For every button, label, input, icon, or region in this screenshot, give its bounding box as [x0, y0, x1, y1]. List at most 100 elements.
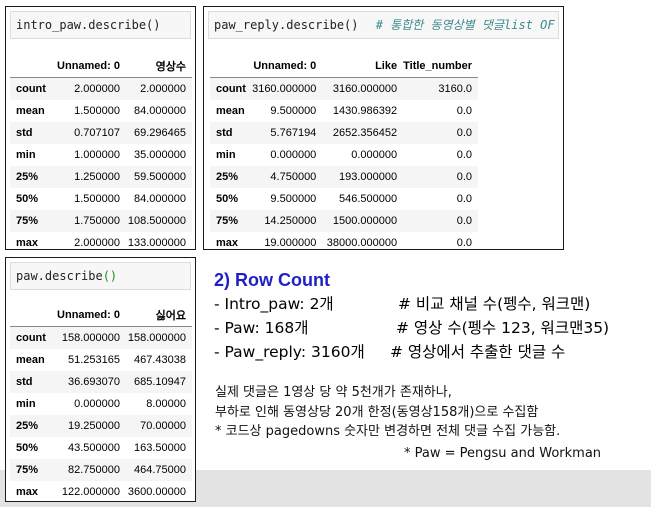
table-row: mean 1.500000 84.000000	[10, 100, 192, 122]
note-line: 실제 댓글은 1영상 당 약 5천개가 존재하나,	[215, 385, 452, 400]
row-label: 25%	[16, 420, 39, 432]
table-cell: 122.000000	[61, 486, 120, 498]
table-cell: 35.000000	[134, 149, 186, 161]
code-text: paw.describe	[16, 269, 103, 283]
table-row: max 19.000000 38000.000000 0.0	[210, 232, 478, 249]
table-row: count 3160.000000 3160.000000 3160.0	[210, 77, 478, 100]
table-row: 75% 82.750000 464.75000	[10, 459, 192, 481]
column-header: Unnamed: 0	[249, 55, 323, 78]
bullet-paw-reply: - Paw_reply: 3160개 # 영상에서 추출한 댓글 수	[214, 340, 644, 364]
table-cell: 3600.00000	[127, 486, 186, 498]
row-label: max	[16, 486, 39, 498]
table-cell: 1500.000000	[332, 215, 398, 227]
code-paren: ()	[146, 18, 161, 32]
table-cell: 82.750000	[68, 464, 120, 476]
row-label: min	[216, 149, 236, 161]
table-cell: 5.767194	[270, 127, 317, 139]
table-cell: 43.500000	[68, 442, 120, 454]
table-cell: 3160.0	[438, 83, 472, 95]
table-cell: 108.500000	[127, 215, 186, 227]
column-header	[10, 55, 54, 78]
note-line: 부하로 인해 동영상당 20개 한정(동영상158개)으로 수집함	[215, 405, 539, 420]
code-comment: # 통합한 동영상별 댓글list OF 확인	[375, 18, 558, 32]
row-label: count	[16, 332, 46, 344]
table-cell: 59.500000	[134, 171, 186, 183]
table-cell: 69.296465	[134, 127, 186, 139]
table-cell: 0.707107	[74, 127, 120, 139]
row-label: count	[16, 83, 46, 95]
row-label: count	[216, 83, 246, 95]
table-cell: 2652.356452	[332, 127, 398, 139]
table-row: 75% 14.250000 1500.000000 0.0	[210, 210, 478, 232]
table-row: 50% 9.500000 546.500000 0.0	[210, 188, 478, 210]
table-cell: 19.000000	[264, 237, 317, 249]
table-cell: 9.500000	[270, 193, 317, 205]
table-header-row: Unnamed: 0 싫어요	[10, 304, 192, 327]
table-cell: 84.000000	[134, 193, 186, 205]
section-title: 2) Row Count	[214, 270, 330, 290]
column-header: Like	[322, 55, 404, 78]
table-cell: 133.000000	[127, 237, 186, 249]
row-label: std	[16, 127, 33, 139]
table-cell: 36.693070	[68, 376, 120, 388]
row-label: 25%	[16, 171, 39, 183]
row-label: std	[216, 127, 233, 139]
row-label: 75%	[216, 215, 239, 227]
row-label: min	[16, 398, 36, 410]
column-header: 영상수	[126, 55, 192, 78]
table-cell: 0.0	[456, 215, 472, 227]
table-cell: 464.75000	[134, 464, 186, 476]
table-cell: 546.500000	[338, 193, 398, 205]
bullet-note: # 영상 수(펭수 123, 워크맨35)	[396, 319, 610, 337]
table-cell: 0.0	[456, 127, 472, 139]
intro-paw-describe-panel: intro_paw.describe() Unnamed: 0 영상수 coun…	[5, 6, 196, 250]
table-cell: 70.00000	[140, 420, 186, 432]
table-cell: 19.250000	[68, 420, 120, 432]
table-row: max 122.000000 3600.00000	[10, 481, 192, 501]
table-row: mean 9.500000 1430.986392 0.0	[210, 100, 478, 122]
column-header: Title_number	[403, 55, 478, 78]
row-label: mean	[16, 354, 45, 366]
table-cell: 158.000000	[61, 332, 120, 344]
code-cell[interactable]: intro_paw.describe()	[10, 11, 191, 39]
table-cell: 8.00000	[146, 398, 186, 410]
row-label: 75%	[16, 215, 39, 227]
note-line: * 코드상 pagedowns 숫자만 변경하면 전체 댓글 수집 가능함.	[215, 424, 561, 439]
row-label: 25%	[216, 171, 239, 183]
describe-table: Unnamed: 0 영상수 count 2.000000 2.000000 mea…	[10, 55, 192, 249]
table-cell: 467.43038	[134, 354, 186, 366]
table-header-row: Unnamed: 0 Like Title_number	[210, 55, 478, 78]
describe-table: Unnamed: 0 싫어요 count 158.000000 158.000000…	[10, 304, 192, 501]
paw-reply-describe-panel: paw_reply.describe() # 통합한 동영상별 댓글list O…	[203, 6, 564, 250]
bullet-intro-paw: - Intro_paw: 2개 # 비교 채널 수(펭수, 워크맨)	[214, 292, 644, 316]
table-row: 50% 43.500000 163.50000	[10, 437, 192, 459]
column-header	[10, 304, 54, 327]
code-cell[interactable]: paw.describe()	[10, 262, 191, 290]
table-row: 25% 4.750000 193.000000 0.0	[210, 166, 478, 188]
code-text: paw_reply.describe	[214, 18, 345, 32]
table-row: min 0.000000 8.00000	[10, 393, 192, 415]
table-cell: 84.000000	[134, 105, 186, 117]
row-label: 50%	[216, 193, 239, 205]
table-cell: 0.0	[456, 171, 472, 183]
table-cell: 1.000000	[74, 149, 120, 161]
code-cell[interactable]: paw_reply.describe() # 통합한 동영상별 댓글list O…	[208, 11, 559, 39]
table-cell: 1.750000	[74, 215, 120, 227]
bullet-note: # 비교 채널 수(펭수, 워크맨)	[398, 295, 591, 313]
table-row: std 5.767194 2652.356452 0.0	[210, 122, 478, 144]
column-header: Unnamed: 0	[54, 55, 126, 78]
column-header	[210, 55, 250, 78]
table-header-row: Unnamed: 0 영상수	[10, 55, 192, 78]
bullet-text: - Paw: 168개	[214, 319, 309, 337]
table-row: count 158.000000 158.000000	[10, 326, 192, 349]
table-cell: 3160.000000	[332, 83, 398, 95]
table-row: std 36.693070 685.10947	[10, 371, 192, 393]
table-row: 75% 1.750000 108.500000	[10, 210, 192, 232]
paw-describe-panel: paw.describe() Unnamed: 0 싫어요 count 158.0…	[5, 257, 196, 502]
table-cell: 2.000000	[74, 83, 120, 95]
table-cell: 9.500000	[270, 105, 317, 117]
table-cell: 0.0	[456, 193, 472, 205]
row-label: mean	[216, 105, 245, 117]
table-cell: 0.0	[456, 149, 472, 161]
row-label: 75%	[16, 464, 39, 476]
